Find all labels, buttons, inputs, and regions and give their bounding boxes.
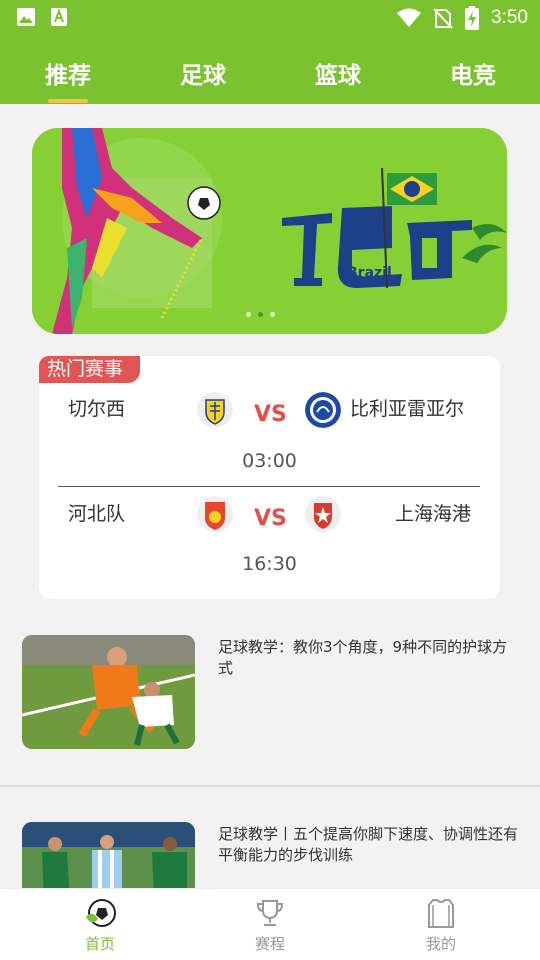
- home-team-name: 切尔西: [68, 398, 126, 420]
- article-thumbnail: [22, 822, 195, 888]
- vs-label: VS: [254, 506, 287, 531]
- active-tab-indicator: [48, 99, 88, 103]
- nav-profile-label: 我的: [425, 935, 456, 953]
- trophy-icon: [256, 900, 284, 926]
- section-separator: [0, 785, 540, 787]
- banner-brazil-text: Brazil: [347, 265, 392, 281]
- no-sim-icon: [433, 8, 453, 29]
- hot-matches-badge: 热门赛事: [39, 356, 140, 383]
- banner-dot-2[interactable]: [258, 312, 263, 317]
- vs-label: VS: [254, 402, 287, 427]
- nav-profile[interactable]: 我的: [396, 897, 486, 954]
- app-notification-icon: [51, 8, 67, 26]
- chelsea-logo-icon: [305, 392, 341, 428]
- promo-banner[interactable]: Brazil: [32, 128, 507, 334]
- match-time: 16:30: [242, 553, 297, 575]
- villarreal-logo-icon: [197, 392, 233, 428]
- status-left-icons: [16, 7, 68, 27]
- tab-basketball[interactable]: 篮球: [288, 56, 388, 90]
- wifi-icon: [397, 8, 422, 27]
- article-title: 足球教学丨五个提高你脚下速度、协调性还有平衡能力的步伐训练: [218, 825, 519, 864]
- status-bar: 3:50: [0, 0, 540, 36]
- tab-football[interactable]: 足球: [153, 56, 253, 90]
- nav-home-label: 首页: [84, 935, 115, 953]
- article-item[interactable]: 足球教学丨五个提高你脚下速度、协调性还有平衡能力的步伐训练: [0, 822, 540, 888]
- status-time: 3:50: [491, 7, 528, 28]
- banner-dot-3[interactable]: [270, 312, 275, 317]
- away-team-name: 比利亚雷亚尔: [350, 398, 465, 420]
- bottom-navigation: 首页 赛程 我的: [0, 888, 540, 960]
- banner-dot-1[interactable]: [246, 312, 251, 317]
- home-team-name: 河北队: [68, 503, 126, 525]
- tab-esports[interactable]: 电竞: [423, 56, 523, 90]
- soccer-ball-icon: [86, 899, 116, 927]
- jersey-icon: [428, 899, 454, 928]
- tab-recommended[interactable]: 推荐: [18, 56, 118, 90]
- match-divider: [58, 486, 480, 487]
- hot-matches-card: 热门赛事 切尔西 VS 比利亚雷亚尔 03:00 河北队 VS 上海海港 16:…: [39, 356, 500, 599]
- away-team-name: 上海海港: [394, 503, 471, 525]
- battery-charging-icon: [465, 6, 480, 30]
- article-item[interactable]: 足球教学：教你3个角度，9种不同的护球方式: [0, 635, 540, 755]
- nav-home[interactable]: 首页: [55, 897, 145, 954]
- shanghai-port-logo-icon: [305, 496, 341, 532]
- top-tab-bar: 推荐 足球 篮球 电竞: [0, 36, 540, 104]
- article-title: 足球教学：教你3个角度，9种不同的护球方式: [218, 638, 508, 677]
- status-right-icons: 3:50: [397, 6, 528, 30]
- hebei-logo-icon: [197, 496, 233, 532]
- nav-schedule[interactable]: 赛程: [225, 897, 315, 954]
- nav-schedule-label: 赛程: [254, 935, 285, 953]
- banner-artwork: [32, 128, 507, 334]
- banner-pagination: [246, 312, 275, 317]
- match-time: 03:00: [242, 450, 297, 472]
- gallery-notification-icon: [17, 8, 35, 26]
- article-thumbnail: [22, 635, 195, 749]
